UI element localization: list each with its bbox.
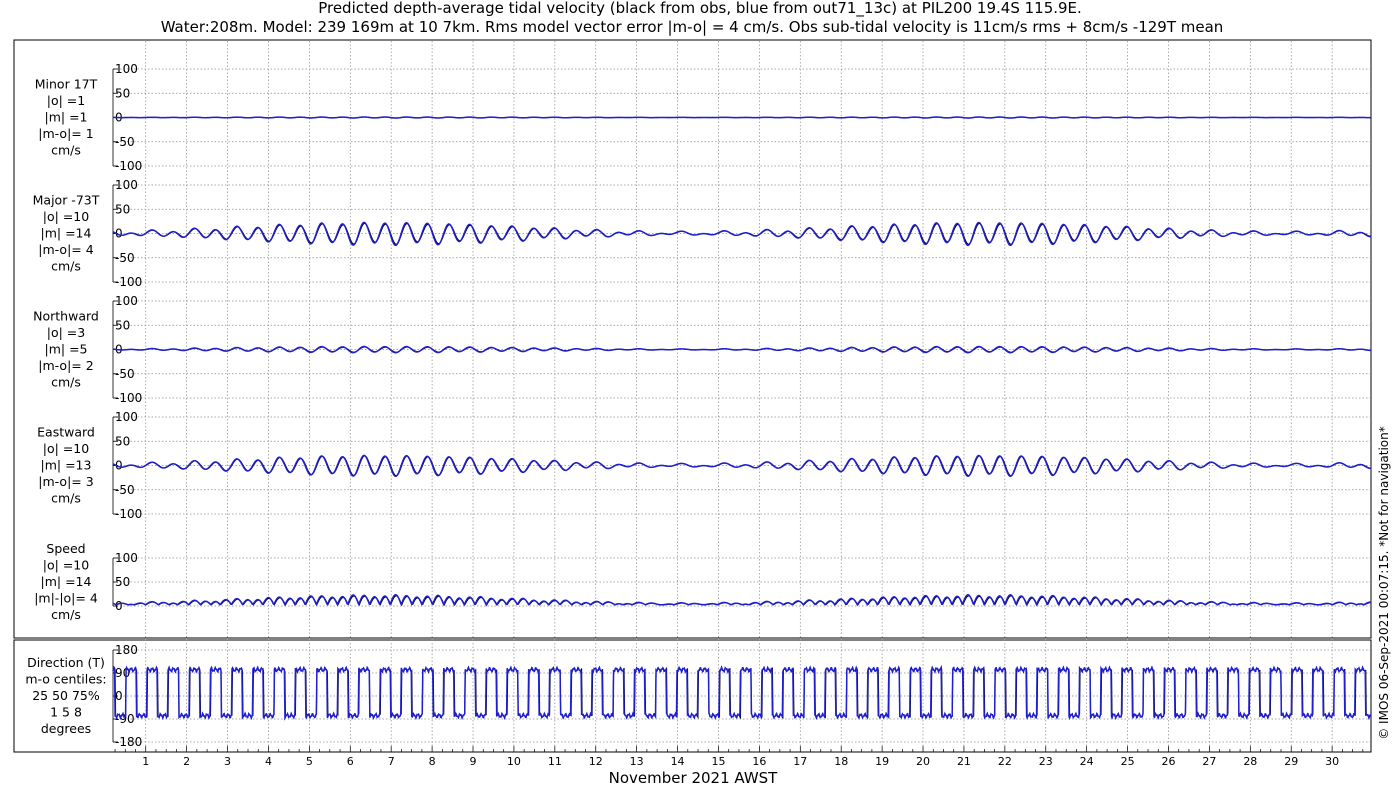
x-tick-label-6: 6: [347, 755, 354, 768]
y-tick-label-major: 100: [115, 178, 138, 192]
y-tick-label-direction: -180: [115, 735, 142, 749]
panel-label-minor-4: cm/s: [51, 143, 81, 158]
panel-label-minor-1: |o| =1: [47, 93, 85, 108]
panel-label-direction-1: m-o centiles:: [25, 672, 106, 687]
y-tick-label-eastward: 50: [115, 434, 130, 448]
y-tick-label-northward: 100: [115, 294, 138, 308]
copyright-note: © IMOS 06-Sep-2021 00:07:15. *Not for na…: [1377, 426, 1391, 740]
x-tick-label-8: 8: [429, 755, 436, 768]
panel-label-speed-0: Speed: [46, 541, 85, 556]
x-tick-label-3: 3: [224, 755, 231, 768]
panel-label-direction-2: 25 50 75%: [32, 688, 100, 703]
x-tick-label-26: 26: [1161, 755, 1175, 768]
panel-label-eastward-1: |o| =10: [43, 441, 89, 456]
y-tick-label-northward: -50: [115, 367, 135, 381]
panel-label-speed-4: cm/s: [51, 607, 81, 622]
y-tick-label-direction: 0: [115, 689, 123, 703]
panel-label-minor-2: |m| =1: [45, 110, 88, 125]
x-tick-label-15: 15: [711, 755, 725, 768]
y-tick-label-northward: -100: [115, 391, 142, 405]
x-tick-label-17: 17: [793, 755, 807, 768]
x-tick-label-2: 2: [183, 755, 190, 768]
panel-label-major-0: Major -73T: [33, 193, 100, 208]
y-tick-label-minor: 50: [115, 86, 130, 100]
x-tick-label-4: 4: [265, 755, 272, 768]
x-tick-label-10: 10: [507, 755, 521, 768]
y-tick-label-major: -100: [115, 275, 142, 289]
panel-label-direction-4: degrees: [41, 721, 91, 736]
y-tick-label-speed: 100: [115, 551, 138, 565]
y-tick-label-direction: 90: [115, 666, 130, 680]
x-tick-label-24: 24: [1080, 755, 1094, 768]
panel-label-major-4: cm/s: [51, 259, 81, 274]
y-tick-label-eastward: 100: [115, 410, 138, 424]
x-tick-label-9: 9: [470, 755, 477, 768]
panel-label-major-1: |o| =10: [43, 209, 89, 224]
x-tick-label-18: 18: [834, 755, 848, 768]
panel-label-eastward-3: |m-o|= 3: [38, 474, 93, 489]
panel-label-northward-3: |m-o|= 2: [38, 358, 93, 373]
panel-label-northward-2: |m| =5: [45, 342, 88, 357]
x-tick-label-19: 19: [875, 755, 889, 768]
x-tick-label-29: 29: [1284, 755, 1298, 768]
panel-label-minor-3: |m-o|= 1: [38, 126, 93, 141]
x-tick-label-16: 16: [752, 755, 766, 768]
x-tick-label-22: 22: [998, 755, 1012, 768]
panel-label-northward-4: cm/s: [51, 375, 81, 390]
x-tick-label-28: 28: [1243, 755, 1257, 768]
x-tick-label-13: 13: [630, 755, 644, 768]
y-tick-label-minor: -50: [115, 135, 135, 149]
tidal-velocity-figure: Predicted depth-average tidal velocity (…: [0, 0, 1400, 800]
y-tick-label-minor: -100: [115, 159, 142, 173]
y-tick-label-speed: 50: [115, 575, 130, 589]
series-model-minor: [112, 116, 1371, 119]
panel-label-minor-0: Minor 17T: [35, 77, 98, 92]
panel-label-direction-3: 1 5 8: [50, 705, 82, 720]
panel-label-eastward-4: cm/s: [51, 491, 81, 506]
tidal-velocity-chart: Predicted depth-average tidal velocity (…: [0, 0, 1400, 800]
panel-label-major-2: |m| =14: [41, 226, 92, 241]
panel-label-speed-1: |o| =10: [43, 558, 89, 573]
panel-label-northward-0: Northward: [33, 309, 99, 324]
y-tick-label-major: 50: [115, 202, 130, 216]
y-tick-label-eastward: -100: [115, 507, 142, 521]
panel-label-speed-2: |m| =14: [41, 574, 92, 589]
figure-title-line-2: Water:208m. Model: 239 169m at 10 7km. R…: [161, 18, 1224, 36]
x-tick-label-27: 27: [1202, 755, 1216, 768]
x-axis-label: November 2021 AWST: [609, 769, 779, 787]
y-tick-label-speed: 0: [115, 599, 123, 613]
x-tick-label-1: 1: [142, 755, 149, 768]
x-tick-label-20: 20: [916, 755, 930, 768]
x-tick-label-5: 5: [306, 755, 313, 768]
panel-label-eastward-0: Eastward: [37, 425, 95, 440]
panel-label-major-3: |m-o|= 4: [38, 242, 93, 257]
panel-label-speed-3: |m|-|o|= 4: [34, 591, 98, 606]
panel-label-northward-1: |o| =3: [47, 325, 85, 340]
x-tick-label-12: 12: [589, 755, 603, 768]
y-tick-label-minor: 100: [115, 62, 138, 76]
x-tick-label-23: 23: [1039, 755, 1053, 768]
x-tick-label-14: 14: [671, 755, 685, 768]
x-tick-label-7: 7: [388, 755, 395, 768]
x-tick-label-25: 25: [1121, 755, 1135, 768]
panel-label-eastward-2: |m| =13: [41, 458, 92, 473]
y-tick-label-northward: 50: [115, 318, 130, 332]
y-tick-label-eastward: -50: [115, 483, 135, 497]
y-tick-label-direction: 180: [115, 643, 138, 657]
x-tick-label-30: 30: [1325, 755, 1339, 768]
panel-label-direction-0: Direction (T): [27, 655, 105, 670]
y-tick-label-major: -50: [115, 251, 135, 265]
x-tick-label-21: 21: [957, 755, 971, 768]
x-tick-label-11: 11: [548, 755, 562, 768]
figure-title-line-1: Predicted depth-average tidal velocity (…: [318, 0, 1082, 18]
